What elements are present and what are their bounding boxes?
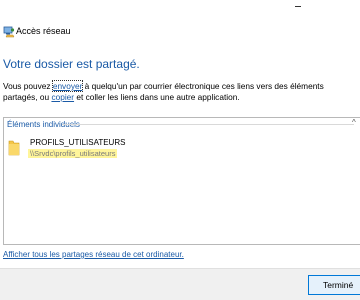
folder-icon	[8, 138, 20, 156]
send-link[interactable]: envoyer	[51, 80, 84, 92]
minimize-button[interactable]	[295, 6, 305, 8]
page-title: Votre dossier est partagé.	[3, 57, 140, 71]
group-divider	[62, 124, 354, 125]
shared-items-list	[3, 117, 360, 245]
footer-bar	[0, 268, 360, 300]
description-part-1: Vous pouvez	[3, 81, 53, 91]
window-title: Accès réseau	[16, 26, 71, 36]
show-all-shares-link[interactable]: Afficher tous les partages réseau de cet…	[3, 250, 184, 260]
copy-link[interactable]: copier	[51, 92, 74, 102]
finish-button[interactable]: Terminé	[308, 275, 360, 295]
chevron-up-icon[interactable]: ^	[352, 118, 356, 128]
network-access-icon	[3, 25, 15, 38]
shared-folder-path[interactable]: \\Srvdc\profils_utilisateurs	[28, 149, 118, 158]
description-part-3: et coller les liens dans une autre appli…	[74, 92, 240, 102]
description-text: Vous pouvez envoyer à quelqu'un par cour…	[3, 80, 355, 103]
shared-folder-name[interactable]: PROFILS_UTILISATEURS	[30, 138, 125, 148]
group-header: Éléments individuels	[7, 120, 80, 129]
